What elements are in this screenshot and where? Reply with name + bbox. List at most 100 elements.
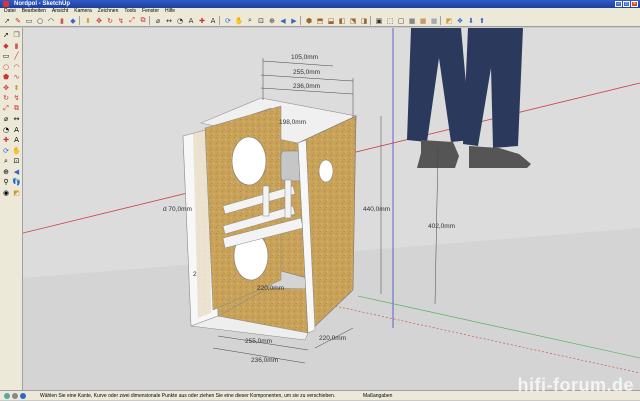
3d-text-icon[interactable]: A (208, 16, 218, 26)
dim-height-inner: 402,0mm (428, 223, 455, 230)
orbit-icon[interactable]: ⟳ (223, 16, 233, 26)
credits-icon[interactable] (12, 393, 18, 399)
push-pull-icon[interactable]: ⬍ (83, 16, 93, 26)
rotate-icon[interactable]: ↻ (1, 93, 11, 103)
scale-icon[interactable]: ⤢ (1, 104, 11, 114)
paint-bucket-icon[interactable]: ◆ (1, 41, 11, 51)
move-icon[interactable]: ✥ (94, 16, 104, 26)
hidden-line-icon[interactable]: ▢ (396, 16, 406, 26)
pan-icon[interactable]: ✋ (234, 16, 244, 26)
protractor-icon[interactable]: ◔ (1, 125, 11, 135)
get-models-icon[interactable]: ⬇ (466, 16, 476, 26)
offset-icon[interactable]: ⧉ (138, 16, 148, 26)
zoom-window-icon[interactable]: ⊡ (256, 16, 266, 26)
menu-fenster[interactable]: Fenster (142, 8, 159, 15)
pan-icon[interactable]: ✋ (12, 146, 22, 156)
scene-canvas[interactable]: 105,0mm 255,0mm 236,0mm 198,0mm d 70,0mm… (23, 28, 640, 390)
model-viewport[interactable]: 105,0mm 255,0mm 236,0mm 198,0mm d 70,0mm… (23, 28, 640, 390)
select-icon[interactable]: ➚ (2, 16, 12, 26)
menu-zeichnen[interactable]: Zeichnen (98, 8, 119, 15)
window-controls: – □ × (615, 1, 638, 7)
line-icon[interactable]: ╱ (12, 51, 22, 61)
tape-measure-icon[interactable]: ⌀ (1, 114, 11, 124)
orbit-icon[interactable]: ⟳ (1, 146, 11, 156)
previous-view-icon[interactable]: ◀ (278, 16, 288, 26)
status-icons (4, 393, 26, 399)
scale-icon[interactable]: ⤢ (127, 16, 137, 26)
wireframe-icon[interactable]: ⬚ (385, 16, 395, 26)
previous-view-icon[interactable]: ◀ (12, 167, 22, 177)
paint-bucket-icon[interactable]: ◆ (68, 16, 78, 26)
position-camera-icon[interactable]: ⚲ (1, 177, 11, 187)
back-view-icon[interactable]: ⬔ (348, 16, 358, 26)
follow-me-icon[interactable]: ↯ (116, 16, 126, 26)
polygon-icon[interactable]: ⬟ (1, 72, 11, 82)
left-view-icon[interactable]: ◨ (359, 16, 369, 26)
maximize-icon[interactable]: □ (623, 1, 630, 7)
arc-icon[interactable]: ◠ (46, 16, 56, 26)
axes-icon[interactable]: ✚ (1, 135, 11, 145)
rectangle-icon[interactable]: ▭ (1, 51, 11, 61)
next-view-icon[interactable]: ▶ (289, 16, 299, 26)
eraser-icon[interactable]: ▮ (12, 41, 22, 51)
menu-datei[interactable]: Datei (4, 8, 16, 15)
dimension-icon[interactable]: ↔ (12, 114, 22, 124)
move-icon[interactable]: ✥ (1, 83, 11, 93)
sketchup-app-icon (3, 1, 9, 7)
left-toolbar: ➚ ❒ ◆ ▮ ▭ ╱ ○ ◠ ⬟ ∿ ✥ ⬍ ↻ ↯ ⤢ ⧉ ⌀ ↔ ◔ A … (0, 28, 23, 390)
eraser-icon[interactable]: ▮ (57, 16, 67, 26)
axes-icon[interactable]: ✚ (197, 16, 207, 26)
pencil-icon[interactable]: ✎ (13, 16, 23, 26)
select-icon[interactable]: ➚ (1, 30, 11, 40)
zoom-extents-icon[interactable]: ⊕ (1, 167, 11, 177)
section-plane-icon[interactable]: ◩ (12, 188, 22, 198)
circle-icon[interactable]: ○ (1, 62, 11, 72)
close-icon[interactable]: × (631, 1, 638, 7)
walk-icon[interactable]: 👣 (12, 177, 22, 187)
dimension-icon[interactable]: ↔ (164, 16, 174, 26)
textured-icon[interactable]: ■ (418, 16, 428, 26)
zoom-window-icon[interactable]: ⊡ (12, 156, 22, 166)
menu-kamera[interactable]: Kamera (74, 8, 92, 15)
freehand-icon[interactable]: ∿ (12, 72, 22, 82)
protractor-icon[interactable]: ◔ (175, 16, 185, 26)
3d-text-icon[interactable]: A (12, 135, 22, 145)
section-plane-icon[interactable]: ◩ (444, 16, 454, 26)
menu-ansicht[interactable]: Ansicht (52, 8, 68, 15)
zoom-icon[interactable]: ⌕ (1, 156, 11, 166)
xray-icon[interactable]: ▣ (374, 16, 384, 26)
offset-icon[interactable]: ⧉ (12, 104, 22, 114)
tape-measure-icon[interactable]: ⌀ (153, 16, 163, 26)
shaded-icon[interactable]: ■ (407, 16, 417, 26)
zoom-extents-icon[interactable]: ⊕ (267, 16, 277, 26)
look-around-icon[interactable]: ◉ (1, 188, 11, 198)
push-pull-icon[interactable]: ⬍ (12, 83, 22, 93)
text-icon[interactable]: A (186, 16, 196, 26)
follow-me-icon[interactable]: ↯ (12, 93, 22, 103)
dim-top-inner: 236,0mm (293, 83, 320, 90)
text-icon[interactable]: A (12, 125, 22, 135)
dim-inner-width: 198,0mm (279, 119, 306, 126)
circle-icon[interactable]: ○ (35, 16, 45, 26)
components-icon[interactable]: ❒ (12, 30, 22, 40)
front-view-icon[interactable]: ⬓ (326, 16, 336, 26)
components-icon[interactable]: ❖ (455, 16, 465, 26)
menu-tools[interactable]: Tools (124, 8, 136, 15)
zoom-icon[interactable]: ⌕ (245, 16, 255, 26)
minimize-icon[interactable]: – (615, 1, 622, 7)
speaker-cabinet[interactable] (182, 97, 357, 341)
rotate-icon[interactable]: ↻ (105, 16, 115, 26)
right-view-icon[interactable]: ◧ (337, 16, 347, 26)
woofer-hole-upper (231, 136, 267, 186)
menu-hilfe[interactable]: Hilfe (165, 8, 175, 15)
rectangle-icon[interactable]: ▭ (24, 16, 34, 26)
iso-view-icon[interactable]: ⬢ (304, 16, 314, 26)
help-icon[interactable] (20, 393, 26, 399)
menu-bearbeiten[interactable]: Bearbeiten (22, 8, 46, 15)
share-model-icon[interactable]: ⬆ (477, 16, 487, 26)
top-view-icon[interactable]: ⬒ (315, 16, 325, 26)
arc-icon[interactable]: ◠ (12, 62, 22, 72)
monochrome-icon[interactable]: ■ (429, 16, 439, 26)
dim-left-partial: 2 (193, 271, 197, 278)
geo-location-icon[interactable] (4, 393, 10, 399)
